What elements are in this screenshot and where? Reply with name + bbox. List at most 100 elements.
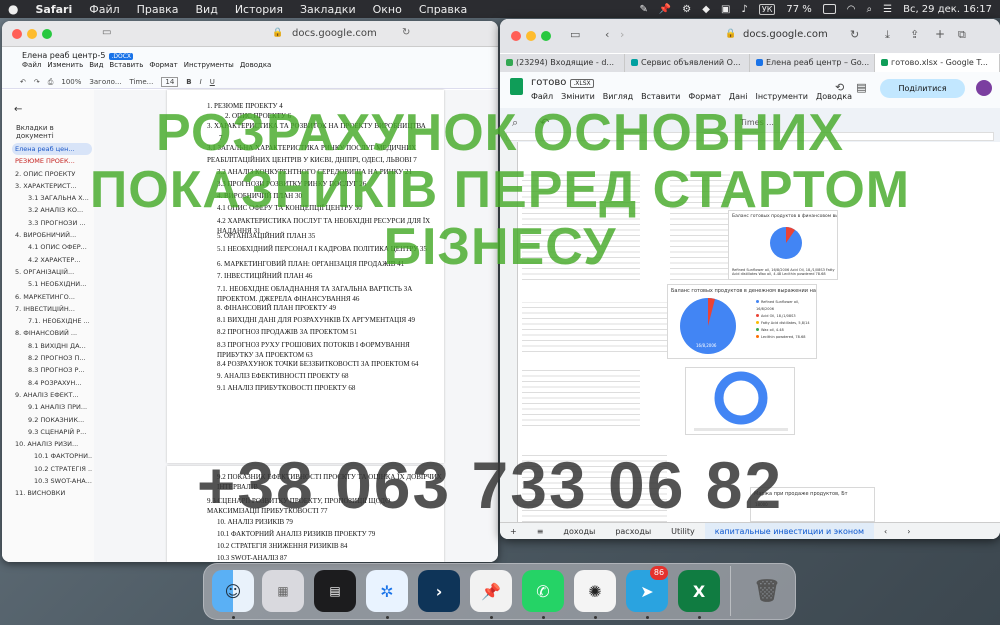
toc-entry[interactable]: 10.2 СТРАТЕГІЯ ЗНИЖЕННЯ РИЗИКІВ 84: [217, 542, 347, 550]
data-table[interactable]: [522, 368, 640, 426]
sound-status-icon[interactable]: ♪: [741, 4, 747, 15]
battery-icon[interactable]: [822, 4, 836, 14]
toc-entry[interactable]: 8.4 РОЗРАХУНОК ТОЧКИ БЕЗЗБИТКОВОСТІ ЗА П…: [217, 360, 418, 368]
avatar[interactable]: [976, 80, 992, 96]
sheet-menu-format[interactable]: Формат: [688, 92, 720, 101]
toc-entry[interactable]: 8. ФІНАНСОВИЙ ПЛАН ПРОЕКТУ 49: [217, 304, 336, 312]
datetime[interactable]: Вс, 29 дек. 16:17: [903, 4, 992, 15]
italic-icon[interactable]: I: [200, 78, 202, 86]
menu-window[interactable]: Окно: [373, 3, 402, 16]
tab-scroll-right-icon[interactable]: ›: [897, 527, 920, 536]
download-icon[interactable]: ⤓: [885, 28, 890, 42]
sheet-tab-rashody[interactable]: расходы: [605, 527, 661, 536]
menu-app-safari[interactable]: Safari: [35, 3, 72, 16]
reload-icon[interactable]: ↻: [850, 28, 859, 41]
search-icon[interactable]: ⌕: [867, 4, 873, 15]
outline-item[interactable]: 10. АНАЛІЗ РИЗИ...: [12, 438, 92, 450]
zoom-window-button[interactable]: [42, 29, 52, 39]
menu-help[interactable]: Справка: [419, 3, 467, 16]
minimize-window-button[interactable]: [526, 31, 536, 41]
outline-item[interactable]: 7. ІНВЕСТИЦІЙН...: [12, 303, 92, 315]
outline-item[interactable]: 8.2 ПРОГНОЗ П...: [12, 352, 92, 364]
doc-menu-file[interactable]: Файл: [22, 61, 41, 69]
launchpad-icon[interactable]: ▦: [262, 570, 304, 612]
safari-icon[interactable]: ✲: [366, 570, 408, 612]
outline-item[interactable]: 10.3 SWOT-АНА...: [12, 475, 92, 487]
outline-item[interactable]: 9. АНАЛІЗ ЕФЕКТ...: [12, 389, 92, 401]
doc-menu-format[interactable]: Формат: [149, 61, 177, 69]
minimize-window-button[interactable]: [27, 29, 37, 39]
outline-item[interactable]: 11. ВИСНОВКИ: [12, 487, 92, 499]
status-icon[interactable]: ✎: [639, 4, 647, 15]
doc-menu-tools[interactable]: Инструменты: [184, 61, 234, 69]
cube-status-icon[interactable]: ◆: [702, 4, 710, 15]
toc-entry[interactable]: 8.1 ВИХІДНІ ДАНІ ДЛЯ РОЗРАХУНКІВ ЇХ АРГУ…: [217, 316, 415, 324]
share-page-icon[interactable]: ⇪: [910, 28, 919, 41]
back-nav-icon[interactable]: ‹: [605, 28, 609, 41]
control-center-icon[interactable]: ☰: [883, 4, 892, 15]
browser-tab[interactable]: Сервис объявлений О...: [625, 54, 750, 72]
undo-icon[interactable]: ↶: [20, 78, 26, 86]
excel-icon[interactable]: X: [678, 570, 720, 612]
redo-icon[interactable]: ↷: [34, 78, 40, 86]
underline-icon[interactable]: U: [210, 78, 215, 86]
settings-status-icon[interactable]: ⚙: [682, 4, 691, 15]
outline-item[interactable]: 8.1 ВИХІДНІ ДА...: [12, 340, 92, 352]
pie-chart-2[interactable]: Баланс готовых продуктов в денежном выра…: [667, 284, 817, 359]
sheet-menu-file[interactable]: Файл: [531, 92, 553, 101]
outline-item[interactable]: 10.2 СТРАТЕГІЯ ...: [12, 463, 92, 475]
sheet-menu-data[interactable]: Дані: [729, 92, 748, 101]
sheet-tab-dohody[interactable]: доходы: [553, 527, 605, 536]
sheet-tab-capital[interactable]: капитальные инвестиции и эконом: [704, 522, 874, 539]
doc-menu-edit[interactable]: Изменить: [47, 61, 83, 69]
browser-tab[interactable]: готово.xlsx - Google T...: [875, 54, 1000, 72]
zoom-select[interactable]: 100%: [61, 78, 81, 86]
doc-menu-addons[interactable]: Доводка: [240, 61, 272, 69]
comment-icon[interactable]: ▤: [856, 81, 878, 94]
outline-item[interactable]: 6. МАРКЕТИНГО...: [12, 291, 92, 303]
toc-entry[interactable]: 10.3 SWOT-АНАЛІЗ 87: [217, 554, 287, 562]
sheet-menu-insert[interactable]: Вставити: [641, 92, 680, 101]
remote-desktop-icon[interactable]: ›: [418, 570, 460, 612]
finder-icon[interactable]: ☺: [212, 570, 254, 612]
menu-history[interactable]: История: [235, 3, 283, 16]
keyboard-layout-indicator[interactable]: УК: [758, 3, 776, 15]
sheets-logo-icon[interactable]: [510, 78, 523, 95]
doc-title[interactable]: Елена реаб центр-5 .DOCX: [22, 51, 134, 60]
tab-scroll-left-icon[interactable]: ‹: [874, 527, 897, 536]
style-select[interactable]: Заголо...: [89, 78, 121, 86]
tab-overview-icon[interactable]: ⧉: [958, 28, 966, 42]
sidebar-toggle-icon[interactable]: ▭: [570, 28, 580, 41]
outline-item[interactable]: 7.1. НЕОБХІДНЕ ...: [12, 315, 92, 327]
doc-menu-insert[interactable]: Вставить: [109, 61, 143, 69]
outline-item[interactable]: 10.1 ФАКТОРНИ...: [12, 450, 92, 462]
display-status-icon[interactable]: ▣: [721, 4, 730, 15]
outline-item[interactable]: 9.3 СЦЕНАРІЙ Р...: [12, 426, 92, 438]
menu-bookmarks[interactable]: Закладки: [300, 3, 356, 16]
toc-entry[interactable]: 7.1. НЕОБХІДНЕ ОБЛАДНАННЯ ТА ЗАГАЛЬНА ВА…: [217, 284, 437, 304]
menu-view[interactable]: Вид: [196, 3, 218, 16]
battery-percent[interactable]: 77 %: [786, 4, 811, 15]
browser-tab[interactable]: Елена реаб центр – Go...: [750, 54, 875, 72]
bold-icon[interactable]: B: [186, 78, 191, 86]
toc-entry[interactable]: 9.1 АНАЛІЗ ПРИБУТКОВОСТІ ПРОЕКТУ 68: [217, 384, 355, 392]
doc-menu-view[interactable]: Вид: [89, 61, 103, 69]
whatsapp-icon[interactable]: ✆: [522, 570, 564, 612]
font-select[interactable]: Time...: [130, 78, 154, 86]
trash-icon[interactable]: 🗑: [746, 570, 788, 612]
outline-item[interactable]: 8.3 ПРОГНОЗ Р...: [12, 364, 92, 376]
sheet-address-bar[interactable]: docs.google.com: [743, 29, 828, 40]
zoom-window-button[interactable]: [541, 31, 551, 41]
outline-item[interactable]: 5.1 НЕОБХІДНИ...: [12, 278, 92, 290]
font-size-input[interactable]: 14: [161, 77, 179, 87]
doc-address-bar[interactable]: docs.google.com: [292, 28, 377, 39]
add-sheet-button[interactable]: +: [500, 527, 527, 536]
menu-edit[interactable]: Правка: [137, 3, 179, 16]
history-icon[interactable]: ⟲: [835, 81, 856, 94]
sheet-menu-view[interactable]: Вигляд: [603, 92, 633, 101]
outline-item[interactable]: 8. ФІНАНСОВИЙ ...: [12, 327, 92, 339]
chatgpt-icon[interactable]: ✺: [574, 570, 616, 612]
sheet-menu-edit[interactable]: Змінити: [561, 92, 595, 101]
toc-entry[interactable]: 8.2 ПРОГНОЗ ПРОДАЖІВ ЗА ПРОЕКТОМ 51: [217, 328, 357, 336]
mission-control-icon[interactable]: ▤: [314, 570, 356, 612]
